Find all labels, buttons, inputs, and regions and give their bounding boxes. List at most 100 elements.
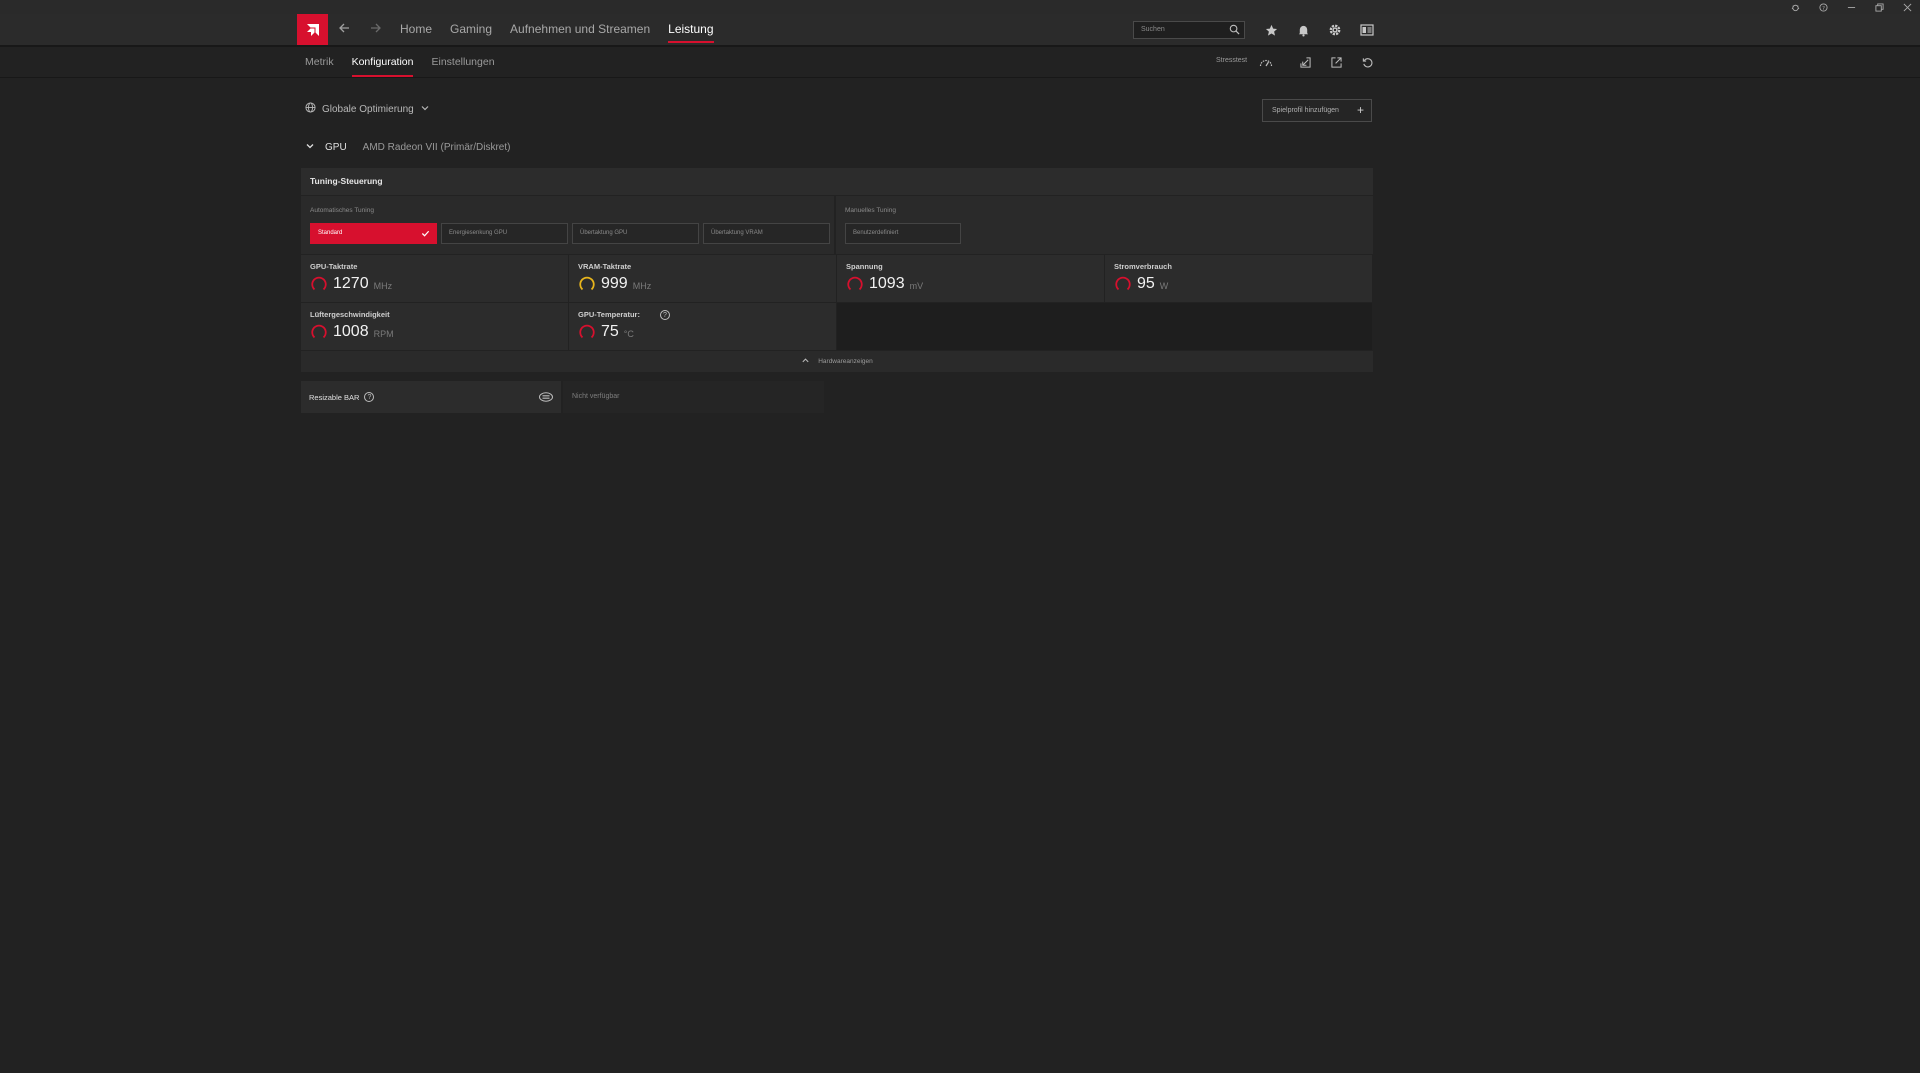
resizable-bar-row: Resizable BAR ? Nicht verfügbar [301, 381, 824, 413]
tuning-overclock-gpu-button[interactable]: Übertaktung GPU [572, 223, 699, 244]
metric-unit: °C [623, 329, 634, 339]
metric-fan-speed: Lüftergeschwindigkeit 1008 RPM [301, 303, 568, 350]
memory-chip-icon [538, 390, 554, 408]
automatic-tuning-buttons: Standard Energiesenkung GPU Übertaktung … [310, 223, 830, 244]
gauge-icon [311, 276, 327, 291]
resizable-bar-status-cell: Nicht verfügbar [563, 381, 824, 413]
globe-icon [305, 102, 316, 116]
gpu-section-header[interactable]: GPU AMD Radeon VII (Primär/Diskret) [305, 141, 510, 154]
profile-selector-label: Globale Optimierung [322, 103, 414, 115]
metric-title: Lüftergeschwindigkeit [310, 310, 390, 319]
resizable-bar-setting: Resizable BAR ? [301, 381, 561, 413]
gauge-icon [579, 276, 595, 291]
gauge-icon [311, 324, 327, 339]
nav-performance[interactable]: Leistung [668, 14, 714, 45]
help-icon[interactable]: ? [1816, 1, 1830, 13]
manual-tuning-buttons: Benutzerdefiniert [845, 223, 961, 244]
stresstest-label[interactable]: Stresstest [1216, 57, 1247, 64]
automatic-tuning: Automatisches Tuning Standard Energiesen… [301, 196, 834, 254]
metric-value-group: 1270 MHz [310, 275, 392, 293]
plus-icon: + [1356, 103, 1364, 117]
tab-configuration[interactable]: Konfiguration [351, 47, 413, 78]
metric-unit: W [1159, 281, 1169, 291]
automatic-tuning-label: Automatisches Tuning [310, 207, 374, 214]
metrics-grid: GPU-Taktrate 1270 MHz VRAM-Taktrate 999 … [301, 255, 1373, 350]
manual-tuning: Manuelles Tuning Benutzerdefiniert [836, 196, 1373, 254]
tuning-standard-label: Standard [318, 230, 343, 236]
metric-value-group: 1093 mV [846, 275, 923, 293]
gauge-icon [579, 324, 595, 339]
tuning-overclock-vram-button[interactable]: Übertaktung VRAM [703, 223, 830, 244]
search-icon[interactable] [1229, 24, 1240, 42]
bug-icon[interactable] [1788, 1, 1802, 13]
metric-value: 1093 [869, 275, 905, 292]
manual-tuning-label: Manuelles Tuning [845, 207, 896, 214]
gauge-icon [847, 276, 863, 291]
search-input[interactable]: Suchen [1133, 21, 1245, 39]
resizable-bar-status: Nicht verfügbar [572, 393, 620, 400]
tuning-custom-button[interactable]: Benutzerdefiniert [845, 223, 961, 244]
chevron-down-icon [420, 103, 430, 116]
sub-icon-bar [1258, 54, 1375, 70]
gear-icon[interactable] [1326, 21, 1344, 39]
amd-logo[interactable] [297, 14, 328, 45]
metric-title: GPU-Taktrate [310, 262, 358, 271]
resizable-bar-label-group: Resizable BAR ? [309, 392, 375, 402]
tuning-panel-title: Tuning-Steuerung [301, 168, 1373, 195]
metric-value-group: 75 °C [578, 323, 634, 341]
reset-icon[interactable] [1359, 54, 1375, 70]
gpu-label: GPU [325, 142, 347, 153]
metric-power: Stromverbrauch 95 W [1105, 255, 1372, 302]
profile-selector[interactable]: Globale Optimierung [305, 102, 430, 116]
tab-metrics[interactable]: Metrik [305, 47, 334, 78]
close-icon[interactable] [1900, 1, 1914, 13]
restore-icon[interactable] [1872, 1, 1886, 13]
back-arrow-icon[interactable] [338, 22, 350, 37]
metric-value: 1270 [333, 275, 369, 292]
metric-gpu-temperature: GPU-Temperatur: ? 75 °C [569, 303, 836, 350]
nav-record-stream[interactable]: Aufnehmen und Streamen [510, 14, 650, 45]
import-icon[interactable] [1297, 54, 1313, 70]
chevron-down-icon[interactable] [305, 141, 315, 154]
metric-value-group: 1008 RPM [310, 323, 394, 341]
help-icon[interactable]: ? [660, 310, 670, 320]
stresstest-gauge-icon[interactable] [1258, 54, 1274, 70]
metric-value-group: 999 MHz [578, 275, 651, 293]
metric-value: 999 [601, 275, 628, 292]
metric-unit: mV [909, 281, 924, 291]
window-titlebar: ? [0, 0, 1920, 14]
minimize-icon[interactable] [1844, 1, 1858, 13]
tuning-standard-button[interactable]: Standard [310, 223, 437, 244]
star-icon[interactable] [1262, 21, 1280, 39]
tuning-options: Automatisches Tuning Standard Energiesen… [301, 196, 1373, 254]
metric-value-group: 95 W [1114, 275, 1168, 293]
window-controls: ? [1788, 0, 1914, 14]
tuning-undervolt-gpu-button[interactable]: Energiesenkung GPU [441, 223, 568, 244]
metric-unit: MHz [373, 281, 393, 291]
nav-home[interactable]: Home [400, 14, 432, 45]
forward-arrow-icon[interactable] [370, 22, 382, 37]
metric-title: Spannung [846, 262, 883, 271]
resizable-bar-label: Resizable BAR [309, 392, 360, 402]
top-icon-bar [1262, 21, 1376, 39]
metric-value: 75 [601, 323, 619, 340]
add-game-profile-label: Spielprofil hinzufügen [1272, 107, 1339, 114]
nav-gaming[interactable]: Gaming [450, 14, 492, 45]
hardware-toggle[interactable]: Hardwareanzeigen [301, 351, 1373, 372]
tab-settings[interactable]: Einstellungen [431, 47, 494, 78]
checkmark-icon [421, 224, 430, 245]
gauge-icon [1115, 276, 1131, 291]
chevron-up-icon [801, 356, 810, 367]
metric-value: 1008 [333, 323, 369, 340]
export-icon[interactable] [1328, 54, 1344, 70]
help-icon[interactable]: ? [364, 392, 375, 402]
bell-icon[interactable] [1294, 21, 1312, 39]
hardware-toggle-label: Hardwareanzeigen [818, 358, 873, 365]
search-placeholder: Suchen [1141, 26, 1165, 33]
metric-value: 95 [1137, 275, 1155, 292]
metric-unit: RPM [373, 329, 394, 339]
layout-icon[interactable] [1358, 21, 1376, 39]
metric-gpu-clock: GPU-Taktrate 1270 MHz [301, 255, 568, 302]
add-game-profile-button[interactable]: Spielprofil hinzufügen + [1262, 99, 1372, 122]
metric-title: VRAM-Taktrate [578, 262, 632, 271]
